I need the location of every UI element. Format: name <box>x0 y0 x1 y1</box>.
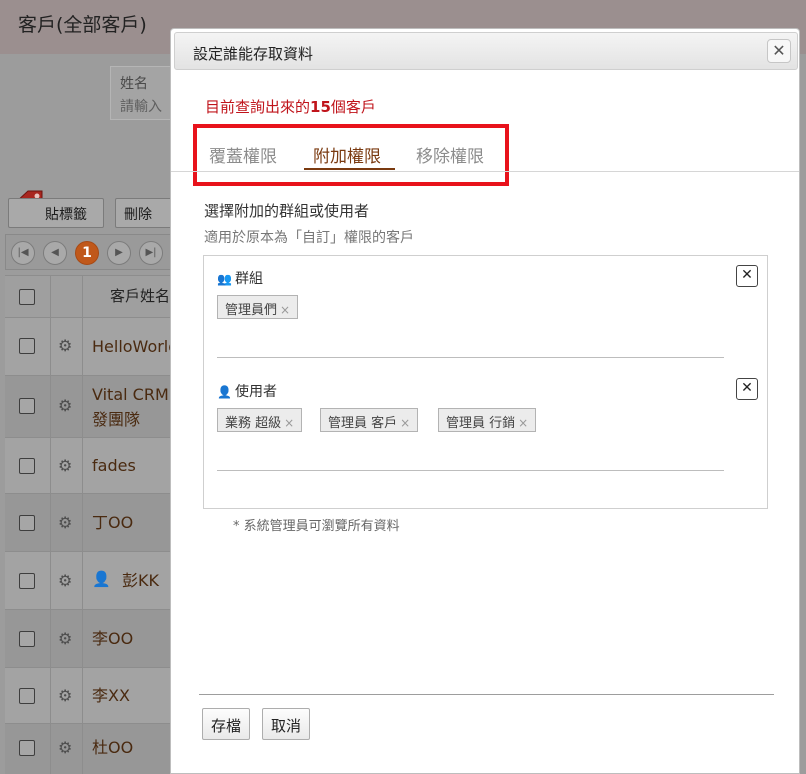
users-input-line[interactable] <box>217 470 724 471</box>
dialog-title: 設定誰能存取資料 <box>193 45 314 63</box>
tabs-divider <box>171 171 799 172</box>
users-header: 👤 使用者 <box>217 381 277 401</box>
gear-icon[interactable]: ⚙ <box>58 456 72 475</box>
tag-button[interactable]: 貼標籤 <box>8 198 104 228</box>
users-label: 使用者 <box>235 384 277 400</box>
groups-input-line[interactable] <box>217 357 724 358</box>
table-row[interactable]: ⚙ 李OO <box>5 609 175 667</box>
group-chip[interactable]: 管理員們 × <box>217 295 299 319</box>
groups-header: 👥 群組 <box>217 268 263 288</box>
user-icon: 👤 <box>217 385 232 399</box>
customer-name[interactable]: HelloWorld <box>92 334 178 359</box>
row-checkbox[interactable] <box>19 631 35 647</box>
access-dialog: 設定誰能存取資料 ✕ 目前查詢出來的15個客戶 覆蓋權限 附加權限 移除權限 選… <box>170 28 800 774</box>
gear-icon[interactable]: ⚙ <box>58 629 72 648</box>
row-checkbox[interactable] <box>19 688 35 704</box>
customer-name[interactable]: 李XX <box>92 683 130 708</box>
count-suffix: 個客戶 <box>330 98 376 116</box>
current-page-button[interactable]: 1 <box>75 241 99 265</box>
row-checkbox[interactable] <box>19 338 35 354</box>
select-all-checkbox[interactable] <box>19 289 35 305</box>
search-label: 姓名 <box>120 76 148 92</box>
section-title: 選擇附加的群組或使用者 <box>204 202 370 220</box>
active-tab-indicator <box>304 168 395 170</box>
admin-note: * 系統管理員可瀏覽所有資料 <box>233 519 400 534</box>
close-icon[interactable]: ✕ <box>767 39 791 63</box>
query-count-text: 目前查詢出來的15個客戶 <box>205 96 376 117</box>
user-chip[interactable]: 業務 超級 × <box>217 408 303 432</box>
tab-append[interactable]: 附加權限 <box>313 142 381 167</box>
table-row[interactable]: ⚙ Vital CRM 發團隊 <box>5 375 175 437</box>
customer-name[interactable]: fades <box>92 453 136 478</box>
search-placeholder: 請輸入 <box>120 99 162 115</box>
chip-label: 業務 超級 <box>225 416 282 431</box>
row-checkbox[interactable] <box>19 458 35 474</box>
chip-label: 管理員 客戶 <box>328 416 398 431</box>
pager: |◀ ◀ 1 ▶ ▶| <box>5 234 175 270</box>
gear-icon[interactable]: ⚙ <box>58 513 72 532</box>
chip-label: 管理員們 <box>225 303 278 318</box>
table-row[interactable]: ⚙ 👤 彭KK <box>5 551 175 609</box>
prev-page-icon[interactable]: ◀ <box>43 241 67 265</box>
gear-icon[interactable]: ⚙ <box>58 396 72 415</box>
count-number: 15 <box>310 98 331 116</box>
chip-label: 管理員 行銷 <box>446 416 516 431</box>
user-chip[interactable]: 管理員 行銷 × <box>438 408 537 432</box>
count-prefix: 目前查詢出來的 <box>205 98 311 116</box>
clear-users-button[interactable]: ✕ <box>736 378 758 400</box>
groups-label: 群組 <box>235 271 263 287</box>
remove-chip-icon[interactable]: × <box>284 416 294 430</box>
table-row[interactable]: ⚙ 杜OO <box>5 723 175 774</box>
customer-name[interactable]: 李OO <box>92 626 133 651</box>
table-row[interactable]: ⚙ 丁OO <box>5 493 175 551</box>
next-page-icon[interactable]: ▶ <box>107 241 131 265</box>
page-title: 客戶(全部客戶) <box>18 14 147 36</box>
column-divider <box>82 275 83 774</box>
selection-box: 👥 群組 ✕ 管理員們 × 👤 使用者 ✕ 業務 超級 × 管理員 客戶 × 管理員 行銷… <box>203 255 768 509</box>
save-button[interactable]: 存檔 <box>202 708 251 740</box>
dialog-header: 設定誰能存取資料 ✕ <box>174 32 798 70</box>
user-chip[interactable]: 管理員 客戶 × <box>320 408 419 432</box>
last-page-icon[interactable]: ▶| <box>139 241 163 265</box>
remove-chip-icon[interactable]: × <box>280 303 290 317</box>
table-row[interactable]: ⚙ 李XX <box>5 667 175 723</box>
customer-name[interactable]: 丁OO <box>92 510 133 535</box>
column-header-name: 客戶姓名 <box>110 287 171 305</box>
gear-icon[interactable]: ⚙ <box>58 738 72 757</box>
footer-divider <box>199 694 774 695</box>
first-page-icon[interactable]: |◀ <box>11 241 35 265</box>
gear-icon[interactable]: ⚙ <box>58 571 72 590</box>
tab-override[interactable]: 覆蓋權限 <box>209 142 277 167</box>
row-checkbox[interactable] <box>19 740 35 756</box>
table-row[interactable]: ⚙ HelloWorld <box>5 317 178 375</box>
delete-button[interactable]: 刪除 <box>115 198 175 228</box>
remove-chip-icon[interactable]: × <box>400 416 410 430</box>
section-subtitle: 適用於原本為「自訂」權限的客戶 <box>204 230 414 246</box>
remove-chip-icon[interactable]: × <box>518 416 528 430</box>
row-checkbox[interactable] <box>19 573 35 589</box>
tab-remove[interactable]: 移除權限 <box>416 142 484 167</box>
customer-name[interactable]: 彭KK <box>122 568 159 593</box>
user-lock-icon: 👤 <box>92 570 111 588</box>
users-icon: 👥 <box>217 272 232 286</box>
row-checkbox[interactable] <box>19 515 35 531</box>
permission-tabs-highlight: 覆蓋權限 附加權限 移除權限 <box>193 124 509 186</box>
column-divider <box>50 275 51 774</box>
table-row[interactable]: ⚙ fades <box>5 437 175 493</box>
gear-icon[interactable]: ⚙ <box>58 336 72 355</box>
customer-name[interactable]: 杜OO <box>92 735 133 760</box>
customer-name[interactable]: Vital CRM 發團隊 <box>92 382 169 432</box>
clear-groups-button[interactable]: ✕ <box>736 265 758 287</box>
row-checkbox[interactable] <box>19 398 35 414</box>
table-header-row: 客戶姓名 <box>5 275 175 317</box>
cancel-button[interactable]: 取消 <box>262 708 311 740</box>
gear-icon[interactable]: ⚙ <box>58 686 72 705</box>
